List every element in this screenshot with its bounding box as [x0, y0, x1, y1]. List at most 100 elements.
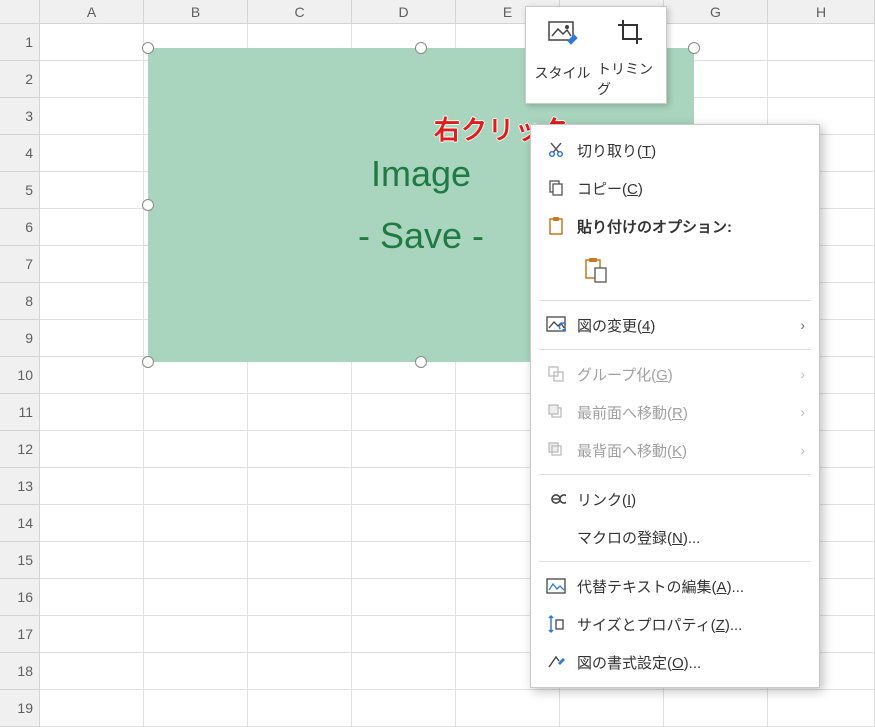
cell[interactable]: [456, 690, 560, 727]
select-all-corner[interactable]: [0, 0, 40, 24]
cell[interactable]: [40, 579, 144, 616]
cell[interactable]: [248, 505, 352, 542]
cell[interactable]: [248, 542, 352, 579]
col-header-A[interactable]: A: [40, 0, 144, 24]
cell[interactable]: [40, 24, 144, 61]
row-header-1[interactable]: 1: [0, 24, 40, 61]
cell[interactable]: [352, 579, 456, 616]
cell[interactable]: [352, 542, 456, 579]
resize-handle-ne[interactable]: [688, 42, 700, 54]
row-header-19[interactable]: 19: [0, 690, 40, 727]
row-header-17[interactable]: 17: [0, 616, 40, 653]
cell[interactable]: [40, 357, 144, 394]
ctx-size-and-properties[interactable]: サイズとプロパティ(Z)...: [531, 605, 819, 643]
cell[interactable]: [144, 542, 248, 579]
row-header-7[interactable]: 7: [0, 246, 40, 283]
cell[interactable]: [248, 579, 352, 616]
row-header-15[interactable]: 15: [0, 542, 40, 579]
cell[interactable]: [40, 172, 144, 209]
cell[interactable]: [352, 616, 456, 653]
cell[interactable]: [352, 653, 456, 690]
cell[interactable]: [40, 209, 144, 246]
ctx-edit-alt-text[interactable]: 代替テキストの編集(A)...: [531, 567, 819, 605]
cell[interactable]: [560, 690, 664, 727]
ctx-cut[interactable]: 切り取り(T): [531, 131, 819, 169]
cell[interactable]: [40, 135, 144, 172]
row-header-3[interactable]: 3: [0, 98, 40, 135]
cell[interactable]: [352, 357, 456, 394]
ctx-assign-macro[interactable]: マクロの登録(N)...: [531, 518, 819, 556]
cell[interactable]: [40, 505, 144, 542]
row-header-11[interactable]: 11: [0, 394, 40, 431]
cell[interactable]: [768, 61, 875, 98]
cell[interactable]: [40, 98, 144, 135]
cell[interactable]: [352, 690, 456, 727]
row-header-8[interactable]: 8: [0, 283, 40, 320]
row-header-10[interactable]: 10: [0, 357, 40, 394]
cell[interactable]: [144, 616, 248, 653]
col-header-H[interactable]: H: [768, 0, 875, 24]
row-header-13[interactable]: 13: [0, 468, 40, 505]
cell[interactable]: [352, 431, 456, 468]
cell[interactable]: [40, 246, 144, 283]
cell[interactable]: [352, 394, 456, 431]
row-header-14[interactable]: 14: [0, 505, 40, 542]
cell[interactable]: [144, 653, 248, 690]
cell[interactable]: [144, 394, 248, 431]
cell[interactable]: [352, 468, 456, 505]
col-header-B[interactable]: B: [144, 0, 248, 24]
cell[interactable]: [40, 653, 144, 690]
cell[interactable]: [144, 357, 248, 394]
cell[interactable]: [40, 690, 144, 727]
cell[interactable]: [40, 283, 144, 320]
cell[interactable]: [248, 468, 352, 505]
mini-crop-button[interactable]: トリミング: [597, 11, 662, 99]
cell[interactable]: [40, 61, 144, 98]
row-header-6[interactable]: 6: [0, 209, 40, 246]
col-header-G[interactable]: G: [664, 0, 768, 24]
mini-style-button[interactable]: スタイル: [530, 11, 595, 99]
col-header-C[interactable]: C: [248, 0, 352, 24]
ctx-link[interactable]: リンク(I): [531, 480, 819, 518]
cell[interactable]: [768, 690, 875, 727]
cell[interactable]: [248, 616, 352, 653]
cell[interactable]: [40, 542, 144, 579]
cell[interactable]: [248, 394, 352, 431]
row-header-18[interactable]: 18: [0, 653, 40, 690]
cell[interactable]: [248, 431, 352, 468]
resize-handle-w[interactable]: [142, 199, 154, 211]
cell[interactable]: [40, 468, 144, 505]
col-header-D[interactable]: D: [352, 0, 456, 24]
cell[interactable]: [144, 431, 248, 468]
resize-handle-sw[interactable]: [142, 356, 154, 368]
cell[interactable]: [40, 616, 144, 653]
cell[interactable]: [248, 357, 352, 394]
cell[interactable]: [144, 579, 248, 616]
row-header-2[interactable]: 2: [0, 61, 40, 98]
cell[interactable]: [40, 394, 144, 431]
cell[interactable]: [40, 431, 144, 468]
row-header-16[interactable]: 16: [0, 579, 40, 616]
row-header-5[interactable]: 5: [0, 172, 40, 209]
ctx-format-picture[interactable]: 図の書式設定(O)...: [531, 643, 819, 681]
paste-option-row: [531, 245, 819, 295]
cell[interactable]: [144, 505, 248, 542]
row-header-12[interactable]: 12: [0, 431, 40, 468]
cell[interactable]: [248, 690, 352, 727]
ctx-change-picture[interactable]: 図の変更(4) ›: [531, 306, 819, 344]
cell[interactable]: [248, 653, 352, 690]
cell[interactable]: [144, 468, 248, 505]
paste-option-keep-source[interactable]: [577, 251, 615, 289]
cell[interactable]: [768, 24, 875, 61]
row-header-9[interactable]: 9: [0, 320, 40, 357]
resize-handle-n[interactable]: [415, 42, 427, 54]
cell[interactable]: [40, 320, 144, 357]
cell[interactable]: [144, 690, 248, 727]
row-header-4[interactable]: 4: [0, 135, 40, 172]
cell[interactable]: [664, 690, 768, 727]
resize-handle-nw[interactable]: [142, 42, 154, 54]
alt-text-icon: [541, 578, 571, 594]
cell[interactable]: [352, 505, 456, 542]
resize-handle-s[interactable]: [415, 356, 427, 368]
ctx-copy[interactable]: コピー(C): [531, 169, 819, 207]
